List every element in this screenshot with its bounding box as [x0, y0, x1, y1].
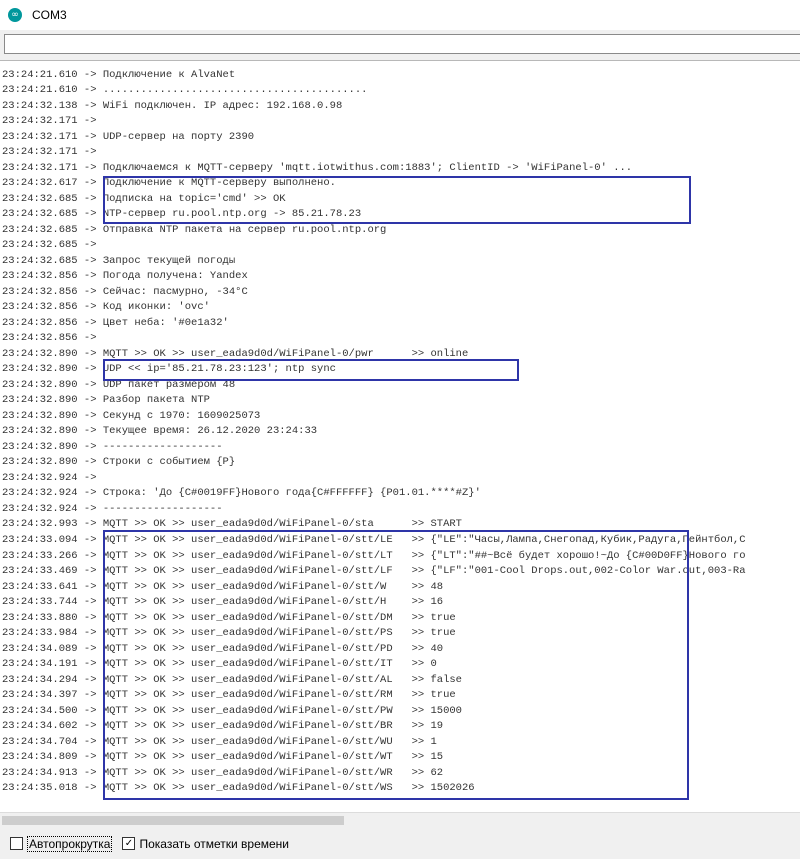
log-line: 23:24:32.924 -> Строка: 'До {C#0019FF}Но…	[2, 487, 481, 500]
log-line: 23:24:32.685 -> NTP-сервер ru.pool.ntp.o…	[2, 208, 362, 221]
log-line: 23:24:32.685 -> Отправка NTP пакета на с…	[2, 223, 387, 236]
log-line: 23:24:32.890 -> Текущее время: 26.12.202…	[2, 425, 318, 438]
log-lines: 23:24:21.610 ->23:24:21.610 -> Подключен…	[0, 61, 800, 797]
log-line: 23:24:34.191 -> MQTT >> OK >> user_eada9…	[2, 658, 437, 671]
log-line: 23:24:32.856 -> Сейчас: пасмурно, -34°C	[2, 285, 248, 298]
log-line: 23:24:32.685 ->	[2, 239, 97, 252]
log-line: 23:24:34.913 -> MQTT >> OK >> user_eada9…	[2, 766, 444, 779]
title-bar: ∞ COM3	[0, 0, 800, 30]
log-line: 23:24:34.397 -> MQTT >> OK >> user_eada9…	[2, 689, 456, 702]
log-line: 23:24:32.617 -> Подключение к MQTT-серве…	[2, 177, 336, 190]
log-line: 23:24:32.138 -> WiFi подключен. IP адрес…	[2, 99, 343, 112]
log-line: 23:24:32.171 -> Подключаемся к MQTT-серв…	[2, 161, 633, 174]
log-line: 23:24:34.500 -> MQTT >> OK >> user_eada9…	[2, 704, 462, 717]
horizontal-scrollbar[interactable]	[0, 812, 800, 828]
log-line: 23:24:33.266 -> MQTT >> OK >> user_eada9…	[2, 549, 746, 562]
log-line: 23:24:32.171 ->	[2, 146, 97, 159]
log-line: 23:24:32.856 -> Код иконки: 'ovc'	[2, 301, 210, 314]
log-line: 23:24:32.924 -> -------------------	[2, 502, 223, 515]
show-timestamps-checkbox[interactable]: ✓ Показать отметки времени	[122, 837, 289, 851]
log-line: 23:24:34.089 -> MQTT >> OK >> user_eada9…	[2, 642, 444, 655]
log-line: 23:24:32.171 -> UDP-сервер на порту 2390	[2, 130, 255, 143]
log-line: 23:24:33.641 -> MQTT >> OK >> user_eada9…	[2, 580, 444, 593]
log-line: 23:24:21.610 -> ........................…	[2, 84, 368, 97]
scrollbar-thumb[interactable]	[2, 816, 344, 825]
log-line: 23:24:32.890 -> UDP пакет размером 48	[2, 378, 236, 391]
arduino-icon: ∞	[8, 8, 22, 22]
log-line: 23:24:32.685 -> Подписка на topic='cmd' …	[2, 192, 286, 205]
autoscroll-checkbox[interactable]: Автопрокрутка	[10, 835, 113, 852]
log-line: 23:24:33.984 -> MQTT >> OK >> user_eada9…	[2, 627, 456, 640]
log-line: 23:24:32.856 -> Цвет неба: '#0e1a32'	[2, 316, 229, 329]
log-line: 23:24:32.890 -> UDP << ip='85.21.78.23:1…	[2, 363, 336, 376]
log-line: 23:24:21.610 -> Подключение к AlvaNet	[2, 68, 236, 81]
log-line: 23:24:32.856 -> Погода получена: Yandex	[2, 270, 248, 283]
send-row	[0, 30, 800, 60]
log-line: 23:24:32.890 -> -------------------	[2, 440, 223, 453]
log-line: 23:24:32.685 -> Запрос текущей погоды	[2, 254, 236, 267]
log-line: 23:24:32.890 -> Разбор пакета NTP	[2, 394, 210, 407]
serial-output[interactable]: 23:24:21.610 ->23:24:21.610 -> Подключен…	[0, 60, 800, 813]
checkbox-box[interactable]: ✓	[122, 837, 136, 850]
log-line: 23:24:33.469 -> MQTT >> OK >> user_eada9…	[2, 565, 746, 578]
log-line: 23:24:34.809 -> MQTT >> OK >> user_eada9…	[2, 751, 444, 764]
show-timestamps-label: Показать отметки времени	[139, 836, 290, 851]
log-line: 23:24:32.890 -> Секунд с 1970: 160902507…	[2, 409, 261, 422]
log-line: 23:24:33.094 -> MQTT >> OK >> user_eada9…	[2, 533, 746, 546]
log-line: 23:24:32.890 -> Строки с событием {P}	[2, 456, 236, 469]
log-line: 23:24:32.890 -> MQTT >> OK >> user_eada9…	[2, 347, 469, 360]
log-line: 23:24:34.294 -> MQTT >> OK >> user_eada9…	[2, 673, 462, 686]
log-line: 23:24:33.880 -> MQTT >> OK >> user_eada9…	[2, 611, 456, 624]
autoscroll-label: Автопрокрутка	[27, 835, 113, 852]
window-title: COM3	[32, 8, 67, 22]
log-line: 23:24:32.924 ->	[2, 471, 97, 484]
checkbox-box[interactable]	[10, 837, 23, 850]
log-line: 23:24:34.704 -> MQTT >> OK >> user_eada9…	[2, 735, 437, 748]
log-line: 23:24:32.856 ->	[2, 332, 97, 345]
send-input[interactable]	[4, 34, 800, 54]
bottom-bar: Автопрокрутка ✓ Показать отметки времени	[0, 828, 800, 859]
log-line: 23:24:35.018 -> MQTT >> OK >> user_eada9…	[2, 782, 475, 795]
log-line: 23:24:33.744 -> MQTT >> OK >> user_eada9…	[2, 596, 444, 609]
log-line: 23:24:32.993 -> MQTT >> OK >> user_eada9…	[2, 518, 462, 531]
log-line: 23:24:21.610 ->	[0, 61, 800, 68]
log-line: 23:24:34.602 -> MQTT >> OK >> user_eada9…	[2, 720, 444, 733]
log-line: 23:24:32.171 ->	[2, 115, 97, 128]
